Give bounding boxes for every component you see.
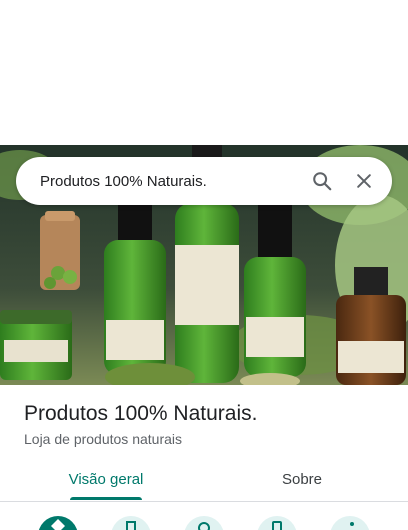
place-category: Loja de produtos naturais xyxy=(24,431,182,447)
share-button[interactable] xyxy=(330,516,370,530)
send-to-phone-icon xyxy=(267,516,287,530)
search-input[interactable]: Produtos 100% Naturais. xyxy=(40,173,310,190)
save-button[interactable] xyxy=(111,516,151,530)
nearby-icon xyxy=(194,516,214,530)
close-icon[interactable] xyxy=(352,169,376,193)
save-icon xyxy=(121,516,141,530)
search-bar[interactable]: Produtos 100% Naturais. xyxy=(16,157,392,205)
send-to-phone-button[interactable] xyxy=(257,516,297,530)
nearby-button[interactable] xyxy=(184,516,224,530)
tab-overview[interactable]: Visão geral xyxy=(50,458,162,501)
tab-about[interactable]: Sobre xyxy=(246,458,358,501)
directions-icon xyxy=(48,516,68,530)
active-tab-indicator xyxy=(70,497,142,500)
share-icon xyxy=(340,516,360,530)
directions-button[interactable] xyxy=(38,516,78,530)
tab-bar: Visão geral Sobre xyxy=(0,458,408,502)
action-button-row xyxy=(0,513,408,530)
place-title: Produtos 100% Naturais. xyxy=(24,402,258,425)
search-icon[interactable] xyxy=(310,169,334,193)
